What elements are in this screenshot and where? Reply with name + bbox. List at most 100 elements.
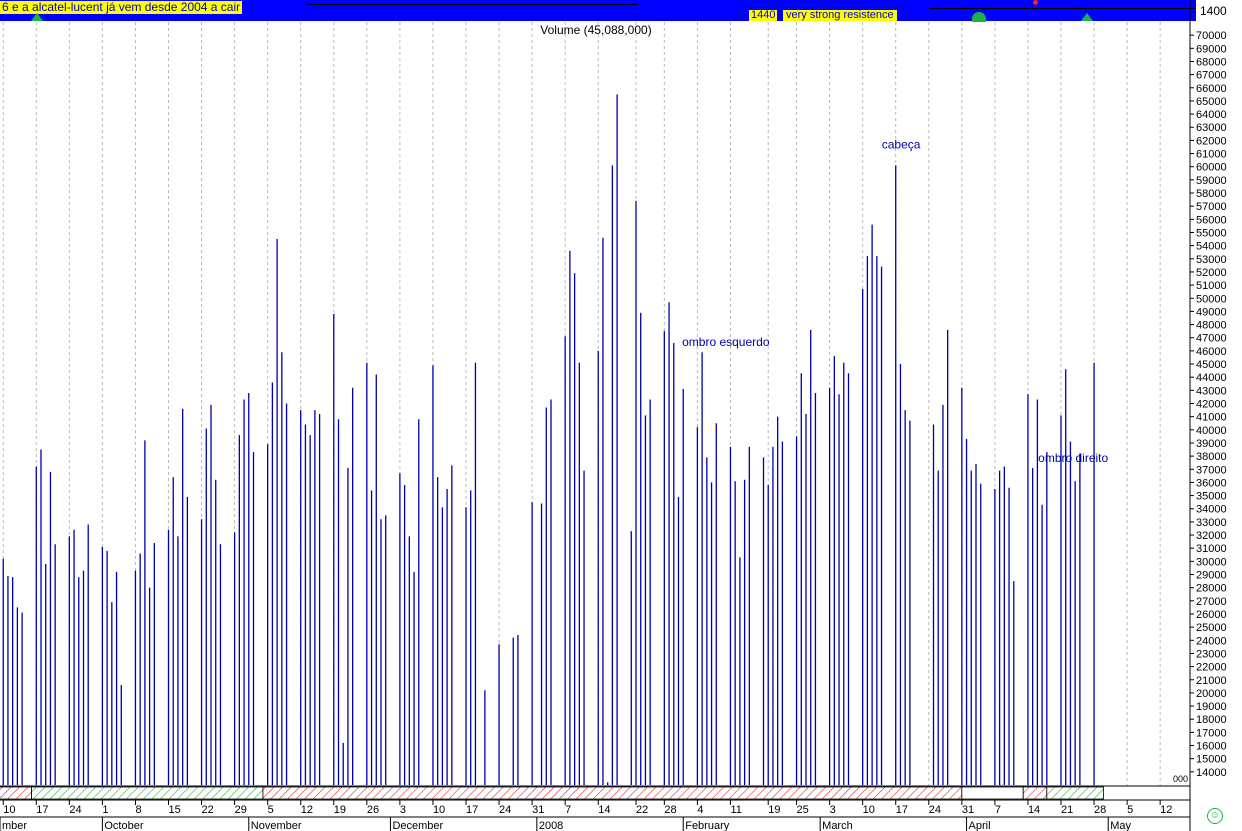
y-tick-label: 19000: [1196, 701, 1227, 713]
y-tick-label: 16000: [1196, 741, 1227, 753]
y-tick-label: 41000: [1196, 412, 1227, 424]
chart-title: Volume (45,088,000): [540, 23, 651, 37]
y-tick-label: 32000: [1196, 530, 1227, 542]
y-tick-label: 38000: [1196, 451, 1227, 463]
month-label: December: [392, 820, 443, 831]
y-tick-label: 21000: [1196, 675, 1227, 687]
x-tick-label: 3: [830, 804, 836, 816]
y-tick-label: 49000: [1196, 306, 1227, 318]
trend-band-segment: [1046, 786, 1104, 800]
chart-annotation: ombro direito: [1038, 451, 1108, 465]
y-tick-label: 30000: [1196, 556, 1227, 568]
y-tick-label: 40000: [1196, 425, 1227, 437]
y-tick-label: 50000: [1196, 293, 1227, 305]
y-tick-label: 44000: [1196, 372, 1227, 384]
trend-band-segment: [262, 786, 963, 800]
chart-annotation: cabeça: [882, 137, 921, 151]
x-tick-label: 11: [730, 804, 741, 816]
y-tick-label: 47000: [1196, 333, 1227, 345]
month-label: May: [1110, 820, 1131, 831]
y-tick-label: 61000: [1196, 149, 1227, 161]
y-tick-label: 29000: [1196, 570, 1227, 582]
month-label: March: [822, 820, 853, 831]
y-tick-label: 55000: [1196, 227, 1227, 239]
y-tick-label: 68000: [1196, 56, 1227, 68]
y-tick-label: 65000: [1196, 96, 1227, 108]
y-tick-label: 31000: [1196, 543, 1227, 555]
x-tick-label: 17: [466, 804, 478, 816]
x-tick-label: 8: [135, 804, 141, 816]
y-tick-label: 67000: [1196, 70, 1227, 82]
y-tick-label: 20000: [1196, 688, 1227, 700]
y-tick-label: 60000: [1196, 162, 1227, 174]
y-tick-label: 43000: [1196, 385, 1227, 397]
x-tick-label: 10: [863, 804, 875, 816]
month-label: October: [104, 820, 143, 831]
y-tick-label: 58000: [1196, 188, 1227, 200]
x-tick-label: 17: [896, 804, 908, 816]
y-tick-label: 24000: [1196, 635, 1227, 647]
y-tick-label: 34000: [1196, 504, 1227, 516]
x-tick-label: 17: [36, 804, 48, 816]
y-tick-label: 62000: [1196, 135, 1227, 147]
y-tick-label: 46000: [1196, 346, 1227, 358]
y-tick-label: 56000: [1196, 214, 1227, 226]
x-tick-label: 7: [995, 804, 1001, 816]
x-tick-label: 10: [433, 804, 445, 816]
y-tick-label: 27000: [1196, 596, 1227, 608]
x-tick-label: 31: [962, 804, 974, 816]
x-tick-label: 14: [598, 804, 610, 816]
x-tick-label: 29: [235, 804, 247, 816]
trend-band-segment: [0, 786, 32, 800]
y-tick-label: 57000: [1196, 201, 1227, 213]
x-tick-label: 12: [301, 804, 313, 816]
trend-band-segment: [961, 786, 1024, 800]
x-tick-label: 25: [797, 804, 809, 816]
x-tick-label: 3: [400, 804, 406, 816]
x-tick-label: 26: [367, 804, 379, 816]
x-tick-label: 10: [3, 804, 15, 816]
y-tick-label: 33000: [1196, 517, 1227, 529]
y-tick-label: 45000: [1196, 359, 1227, 371]
y-tick-label: 14000: [1196, 767, 1227, 779]
y-tick-label: 59000: [1196, 175, 1227, 187]
x-tick-label: 28: [664, 804, 676, 816]
y-tick-label: 26000: [1196, 609, 1227, 621]
x-tick-label: 24: [69, 804, 81, 816]
x-tick-label: 22: [202, 804, 214, 816]
y-tick-label: 51000: [1196, 280, 1227, 292]
month-label: November: [251, 820, 302, 831]
trend-band-segment: [1022, 786, 1048, 800]
y-tick-label: 36000: [1196, 477, 1227, 489]
y-tick-label: 15000: [1196, 754, 1227, 766]
volume-chart: 1400015000160001700018000190002000021000…: [0, 0, 1227, 831]
x-tick-label: 5: [268, 804, 274, 816]
x-tick-label: 5: [1127, 804, 1133, 816]
y-tick-label: 18000: [1196, 714, 1227, 726]
month-label: 2008: [539, 820, 563, 831]
y-axis-stub-label: 000: [1173, 774, 1188, 784]
month-label: April: [969, 820, 991, 831]
smiley-icon[interactable]: ☺: [1207, 808, 1223, 824]
y-tick-label: 63000: [1196, 122, 1227, 134]
x-tick-label: 12: [1160, 804, 1172, 816]
x-tick-label: 24: [499, 804, 511, 816]
y-tick-label: 52000: [1196, 267, 1227, 279]
x-tick-label: 1: [102, 804, 108, 816]
x-tick-label: 22: [636, 804, 648, 816]
y-tick-label: 69000: [1196, 43, 1227, 55]
y-tick-label: 25000: [1196, 622, 1227, 634]
month-label: mber: [2, 820, 27, 831]
x-tick-label: 31: [532, 804, 544, 816]
x-tick-label: 14: [1028, 804, 1040, 816]
chart-annotation: ombro esquerdo: [682, 335, 770, 349]
y-tick-label: 28000: [1196, 583, 1227, 595]
y-tick-label: 39000: [1196, 438, 1227, 450]
x-tick-label: 15: [169, 804, 181, 816]
y-tick-label: 54000: [1196, 241, 1227, 253]
y-tick-label: 17000: [1196, 727, 1227, 739]
y-tick-label: 66000: [1196, 83, 1227, 95]
y-tick-label: 35000: [1196, 491, 1227, 503]
y-tick-label: 70000: [1196, 30, 1227, 42]
x-tick-label: 19: [768, 804, 780, 816]
